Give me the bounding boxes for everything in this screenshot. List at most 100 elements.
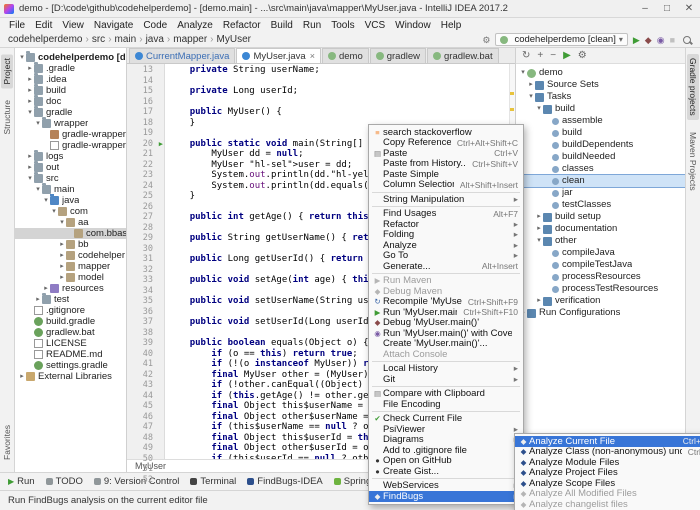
findbugs-submenu-item-analyze-scope-files[interactable]: ◆Analyze Scope Files xyxy=(515,478,700,489)
gradle-item-compiletestjava[interactable]: compileTestJava xyxy=(516,259,685,271)
project-item-src[interactable]: ▾src xyxy=(15,173,126,184)
run-icon[interactable]: ▶ xyxy=(563,49,571,63)
run-config-selector[interactable]: codehelperdemo [clean]▾ xyxy=(495,33,627,46)
context-menu-item-compare-with-clipboard[interactable]: ▤Compare with Clipboard xyxy=(369,389,523,400)
project-item-com[interactable]: ▾com xyxy=(15,206,126,217)
tree-arrow-icon[interactable]: ▾ xyxy=(58,217,66,228)
gradle-item-testclasses[interactable]: testClasses xyxy=(516,199,685,211)
gradle-item-source-sets[interactable]: ▸Source Sets xyxy=(516,79,685,91)
context-menu-item-add-to-gitignore-file[interactable]: Add to .gitignore file xyxy=(369,445,523,456)
project-item-gradle[interactable]: ▾gradle xyxy=(15,107,126,118)
tree-arrow-icon[interactable]: ▸ xyxy=(58,261,66,272)
menu-view[interactable]: View xyxy=(57,20,89,31)
tree-arrow-icon[interactable]: ▸ xyxy=(26,63,34,74)
gradle-item-jar[interactable]: jar xyxy=(516,187,685,199)
project-item-build[interactable]: ▸build xyxy=(15,85,126,96)
project-item-idea[interactable]: ▸.idea xyxy=(15,74,126,85)
menu-window[interactable]: Window xyxy=(390,20,436,31)
settings-icon[interactable]: ⚙ xyxy=(578,49,587,63)
tree-arrow-icon[interactable]: ▾ xyxy=(34,118,42,129)
findbugs-submenu-item-analyze-class-non-anonymous-under-cursor[interactable]: ◆Analyze Class (non-anonymous) under Cur… xyxy=(515,447,700,458)
project-item-gradlew-bat[interactable]: gradlew.bat xyxy=(15,327,126,338)
tree-arrow-icon[interactable]: ▾ xyxy=(26,173,34,184)
context-menu-item-psiviewer[interactable]: PsiViewer▸ xyxy=(369,424,523,435)
breadcrumb-mapper[interactable]: mapper xyxy=(171,34,209,45)
tool-window-button-project[interactable]: Project xyxy=(1,54,13,88)
findbugs-submenu-item-analyze-project-files[interactable]: ◆Analyze Project Files xyxy=(515,468,700,479)
gradle-item-buildneeded[interactable]: buildNeeded xyxy=(516,151,685,163)
context-menu-item-debug-myuser-main[interactable]: ◆Debug 'MyUser.main()' xyxy=(369,318,523,329)
stop-button[interactable]: ■ xyxy=(670,34,675,46)
project-item-out[interactable]: ▸out xyxy=(15,162,126,173)
gradle-item-builddependents[interactable]: buildDependents xyxy=(516,139,685,151)
context-menu-item-run-myuser-main[interactable]: ▶Run 'MyUser.main()'Ctrl+Shift+F10 xyxy=(369,307,523,318)
gradle-item-other[interactable]: ▾other xyxy=(516,235,685,247)
context-menu-item-check-current-file[interactable]: ✔Check Current File xyxy=(369,414,523,425)
project-item-mapper[interactable]: ▸mapper xyxy=(15,261,126,272)
context-menu-item-recompile-myuser-java[interactable]: ↻Recompile 'MyUser.java'Ctrl+Shift+F9 xyxy=(369,297,523,308)
gradle-item-build[interactable]: ▾build xyxy=(516,103,685,115)
tree-arrow-icon[interactable]: ▸ xyxy=(26,162,34,173)
tree-arrow-icon[interactable]: ▾ xyxy=(527,91,535,103)
debug-button[interactable]: ◆ xyxy=(645,34,652,46)
plus-icon[interactable]: + xyxy=(537,49,543,63)
tree-arrow-icon[interactable]: ▸ xyxy=(58,239,66,250)
project-item-gradle[interactable]: ▸.gradle xyxy=(15,63,126,74)
run-main-gutter-icon[interactable]: ▶ xyxy=(159,140,163,149)
menu-file[interactable]: File xyxy=(4,20,30,31)
run-button[interactable]: ▶ xyxy=(633,34,640,46)
project-item-wrapper[interactable]: ▾wrapper xyxy=(15,118,126,129)
context-menu-item-file-encoding[interactable]: File Encoding xyxy=(369,399,523,410)
context-menu-item-analyze[interactable]: Analyze▸ xyxy=(369,240,523,251)
tool-window-button-findbugs-idea[interactable]: FindBugs-IDEA xyxy=(247,476,322,487)
tree-arrow-icon[interactable]: ▾ xyxy=(535,235,543,247)
editor-tab-demo[interactable]: demo xyxy=(322,48,369,63)
tool-window-button-spring[interactable]: Spring xyxy=(334,476,371,487)
project-item-model[interactable]: ▸model xyxy=(15,272,126,283)
breadcrumb-codehelperdemo[interactable]: codehelperdemo xyxy=(6,34,85,45)
code-line[interactable]: private Long userId; xyxy=(168,86,515,97)
context-menu-item-copy-reference[interactable]: Copy ReferenceCtrl+Alt+Shift+C xyxy=(369,138,523,149)
code-line[interactable] xyxy=(168,97,515,108)
context-menu-item-local-history[interactable]: Local History▸ xyxy=(369,364,523,375)
tool-window-button-terminal[interactable]: Terminal xyxy=(190,476,236,487)
tool-window-button-maven-projects[interactable]: Maven Projects xyxy=(687,128,699,195)
context-menu-item-findbugs[interactable]: ◆FindBugs▸ xyxy=(369,491,523,502)
gradle-item-build-setup[interactable]: ▸build setup xyxy=(516,211,685,223)
minus-icon[interactable]: − xyxy=(550,49,556,63)
coverage-button[interactable]: ◉ xyxy=(657,34,665,46)
gradle-item-tasks[interactable]: ▾Tasks xyxy=(516,91,685,103)
context-menu-item-paste[interactable]: ▤PasteCtrl+V xyxy=(369,148,523,159)
gradle-item-classes[interactable]: classes xyxy=(516,163,685,175)
editor-tab-currentmapper-java[interactable]: CurrentMapper.java xyxy=(129,48,235,63)
context-menu-item-create-myuser-main[interactable]: Create 'MyUser.main()'... xyxy=(369,339,523,350)
project-item-readme-md[interactable]: README.md xyxy=(15,349,126,360)
menu-navigate[interactable]: Navigate xyxy=(89,20,138,31)
findbugs-submenu-item-analyze-changelist-files[interactable]: ◆Analyze changelist files xyxy=(515,499,700,510)
context-menu-item-diagrams[interactable]: Diagrams▸ xyxy=(369,435,523,446)
tree-arrow-icon[interactable]: ▸ xyxy=(58,250,66,261)
project-item-bb[interactable]: ▸bb xyxy=(15,239,126,250)
tree-arrow-icon[interactable]: ▸ xyxy=(18,371,26,382)
tree-arrow-icon[interactable]: ▸ xyxy=(26,74,34,85)
project-item-external-libraries[interactable]: ▸External Libraries xyxy=(15,371,126,382)
gradle-item-assemble[interactable]: assemble xyxy=(516,115,685,127)
context-menu-item-create-gist[interactable]: ●Create Gist... xyxy=(369,466,523,477)
project-item-java[interactable]: ▾java xyxy=(15,195,126,206)
editor-tab-myuser-java[interactable]: MyUser.java× xyxy=(236,48,321,63)
gradle-item-documentation[interactable]: ▸documentation xyxy=(516,223,685,235)
tool-window-button-gradle-projects[interactable]: Gradle projects xyxy=(687,54,699,120)
project-item-gradle-wrapper-jar[interactable]: gradle-wrapper.jar xyxy=(15,129,126,140)
project-item-com-bbase[interactable]: com.bbase xyxy=(15,228,126,239)
gradle-item-processtestresources[interactable]: processTestResources xyxy=(516,283,685,295)
tree-arrow-icon[interactable]: ▾ xyxy=(42,195,50,206)
menu-tools[interactable]: Tools xyxy=(326,20,359,31)
project-item-license[interactable]: LICENSE xyxy=(15,338,126,349)
context-menu-item-open-on-github[interactable]: ●Open on GitHub xyxy=(369,456,523,467)
tree-arrow-icon[interactable]: ▾ xyxy=(26,107,34,118)
gradle-item-build[interactable]: build xyxy=(516,127,685,139)
tree-arrow-icon[interactable]: ▾ xyxy=(50,206,58,217)
editor-tab-gradlew-bat[interactable]: gradlew.bat xyxy=(427,48,499,63)
project-item-settings-gradle[interactable]: settings.gradle xyxy=(15,360,126,371)
tree-arrow-icon[interactable]: ▾ xyxy=(535,103,543,115)
